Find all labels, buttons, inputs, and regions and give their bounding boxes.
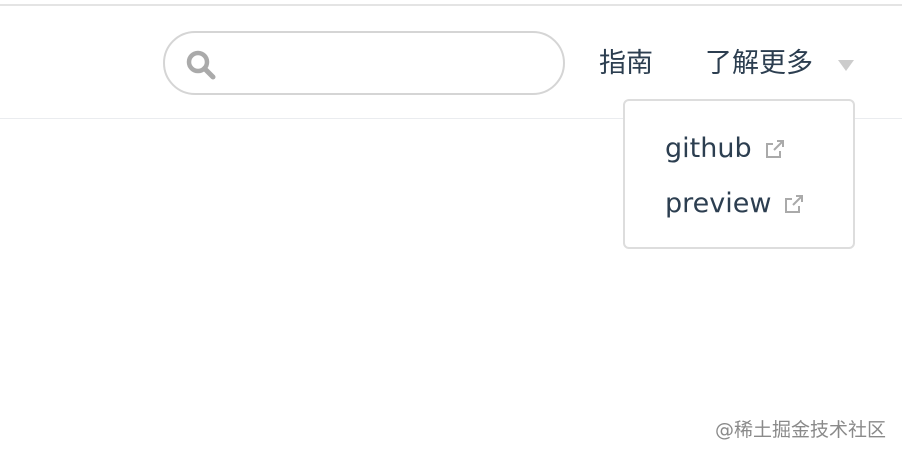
dropdown-menu: github preview	[623, 99, 855, 249]
dropdown-item-label: preview	[665, 188, 772, 219]
dropdown-item-github[interactable]: github	[665, 131, 786, 167]
watermark: @稀土掘金技术社区	[714, 419, 886, 441]
search-box[interactable]	[163, 31, 565, 95]
search-input[interactable]	[227, 45, 541, 85]
external-link-icon	[765, 140, 784, 158]
nav-link-guide[interactable]: 指南	[599, 46, 653, 82]
dropdown-item-label: github	[665, 133, 752, 164]
chevron-down-icon[interactable]	[838, 60, 854, 71]
external-link-icon	[785, 195, 804, 213]
nav-dropdown-learn-more[interactable]: 了解更多	[705, 46, 813, 82]
search-icon	[186, 50, 216, 80]
dropdown-item-preview[interactable]: preview	[665, 186, 805, 222]
